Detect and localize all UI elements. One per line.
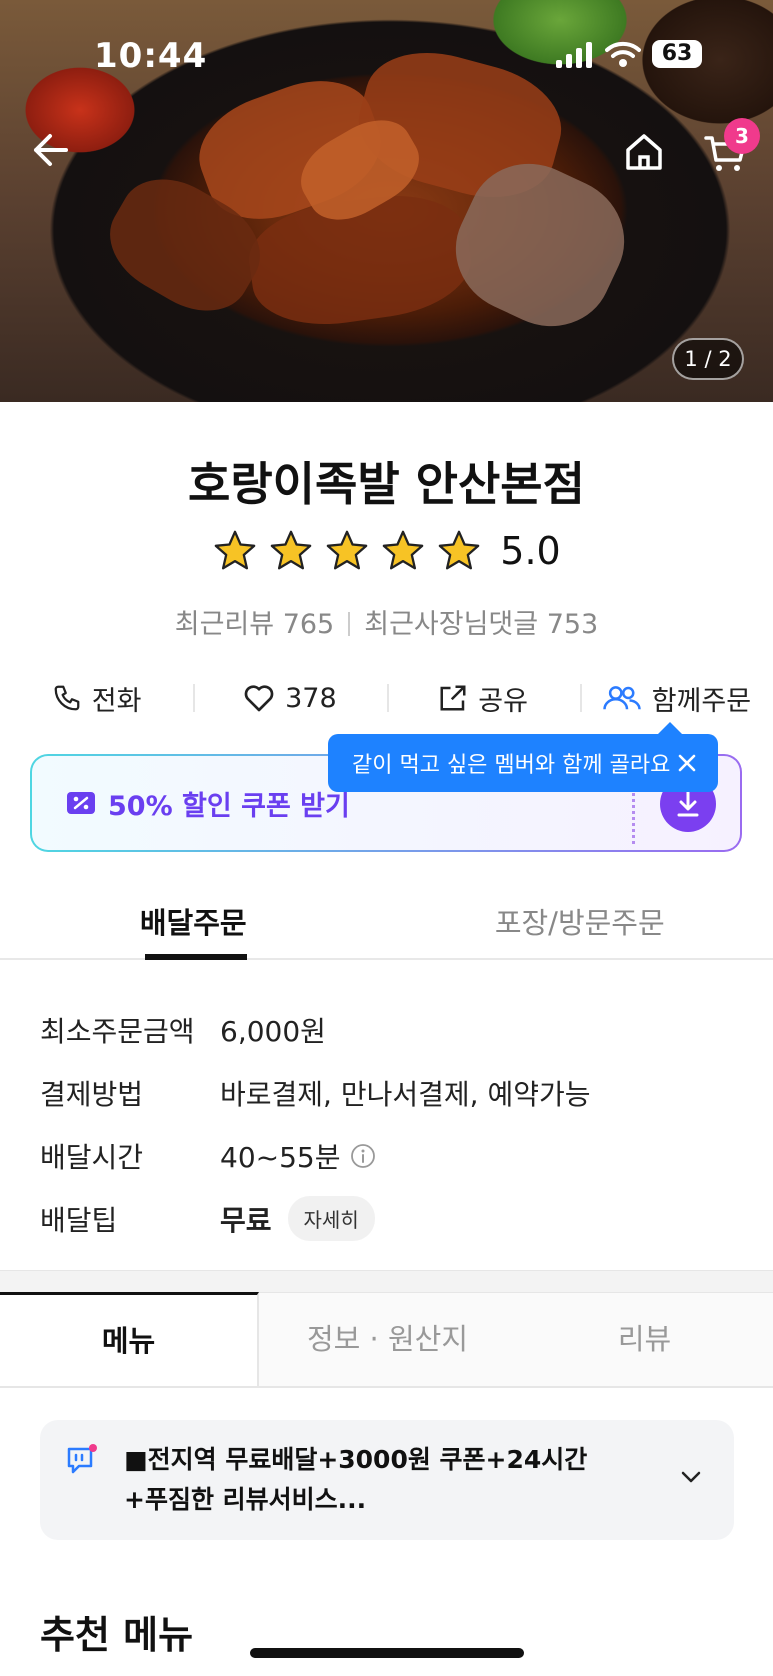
battery-indicator: 63 [652, 40, 702, 68]
wifi-icon [605, 41, 641, 67]
order-type-tabs: 배달주문 포장/방문주문 [0, 892, 773, 960]
rating-value: 5.0 [500, 529, 561, 573]
tab-info-origin[interactable]: 정보 · 원산지 [259, 1292, 516, 1386]
home-icon[interactable] [622, 130, 666, 174]
tab-pickup[interactable]: 포장/방문주문 [387, 892, 773, 958]
info-value: 40~55분 [220, 1140, 341, 1174]
info-row-min-order: 최소주문금액 6,000원 [40, 998, 740, 1061]
share-button[interactable]: 공유 [386, 672, 580, 724]
heart-icon [244, 685, 274, 712]
group-order-label: 함께주문 [651, 685, 752, 717]
store-name: 호랑이족발 안산본점 [188, 457, 585, 511]
recommended-menu-title: 추천 메뉴 [40, 1613, 194, 1657]
close-icon[interactable] [672, 748, 702, 778]
notice-text: ■전지역 무료배달+3000원 쿠폰+24시간 +푸짐한 리뷰서비스... [124, 1440, 664, 1520]
info-value: 6,000원 [220, 1014, 326, 1048]
review-counts: 최근리뷰 765 최근사장님댓글 753 [0, 602, 773, 641]
home-indicator[interactable] [250, 1648, 524, 1658]
chevron-down-icon[interactable] [676, 1462, 706, 1492]
call-label: 전화 [91, 685, 142, 717]
star-icon [270, 530, 312, 570]
coupon-label: 50% 할인 쿠폰 받기 [108, 790, 350, 822]
store-action-bar: 전화 378 공유 함께주문 [0, 672, 773, 724]
store-content-tabs: 메뉴 정보 · 원산지 리뷰 [0, 1292, 773, 1388]
info-label: 결제방법 [40, 1077, 144, 1111]
divider [348, 612, 351, 636]
image-page-indicator: 1 / 2 [672, 338, 744, 380]
recent-review-count[interactable]: 최근리뷰 765 [175, 609, 334, 640]
info-row-delivery-time: 배달시간 40~55분 [40, 1124, 740, 1187]
tooltip-text: 같이 먹고 싶은 멤버와 함께 골라요 [352, 753, 671, 778]
group-order-tooltip: 같이 먹고 싶은 멤버와 함께 골라요 [328, 722, 718, 792]
detail-button[interactable]: 자세히 [287, 1196, 375, 1241]
call-button[interactable]: 전화 [0, 672, 193, 724]
cart-count-badge: 3 [724, 118, 760, 154]
notice-chat-icon [67, 1444, 97, 1474]
star-icon [214, 530, 256, 570]
info-row-delivery-tip: 배달팁 무료 자세히 [40, 1187, 740, 1250]
delivery-info: 최소주문금액 6,000원 결제방법 바로결제, 만나서결제, 예약가능 배달시… [40, 998, 740, 1250]
group-users-icon [602, 686, 641, 710]
group-order-button[interactable]: 함께주문 [579, 672, 773, 724]
info-label: 배달시간 [40, 1140, 144, 1174]
notice-line-2: +푸짐한 리뷰서비스... [124, 1485, 367, 1514]
status-time: 10:44 [94, 36, 208, 76]
notice-line-1: ■전지역 무료배달+3000원 쿠폰+24시간 [124, 1445, 588, 1474]
share-label: 공유 [478, 685, 528, 717]
info-label: 배달팁 [40, 1203, 118, 1237]
star-icon [438, 530, 480, 570]
info-value: 바로결제, 만나서결제, 예약가능 [220, 1077, 591, 1111]
phone-icon [54, 685, 80, 711]
section-divider [0, 1270, 773, 1292]
owner-reply-count[interactable]: 최근사장님댓글 753 [364, 609, 598, 640]
like-button[interactable]: 378 [193, 672, 386, 724]
status-bar: 10:44 63 [0, 28, 773, 88]
rating-row: 5.0 [0, 528, 773, 574]
tab-delivery[interactable]: 배달주문 [0, 892, 387, 960]
star-icon [326, 530, 368, 570]
info-value-wrap: 무료 자세히 [220, 1196, 375, 1241]
star-icon [382, 530, 424, 570]
coupon-percent-icon [67, 792, 95, 814]
like-count: 378 [285, 682, 337, 714]
back-arrow-icon[interactable] [28, 128, 72, 172]
tab-menu[interactable]: 메뉴 [0, 1292, 259, 1386]
tab-review[interactable]: 리뷰 [516, 1292, 773, 1386]
owner-notice[interactable]: ■전지역 무료배달+3000원 쿠폰+24시간 +푸짐한 리뷰서비스... [40, 1420, 734, 1540]
info-value-wrap: 40~55분 [220, 1136, 376, 1176]
info-value: 무료 [220, 1203, 272, 1237]
info-row-payment: 결제방법 바로결제, 만나서결제, 예약가능 [40, 1061, 740, 1124]
signal-icon [556, 42, 592, 68]
share-icon [440, 685, 466, 711]
info-icon[interactable] [350, 1143, 376, 1169]
info-label: 최소주문금액 [40, 1014, 195, 1048]
